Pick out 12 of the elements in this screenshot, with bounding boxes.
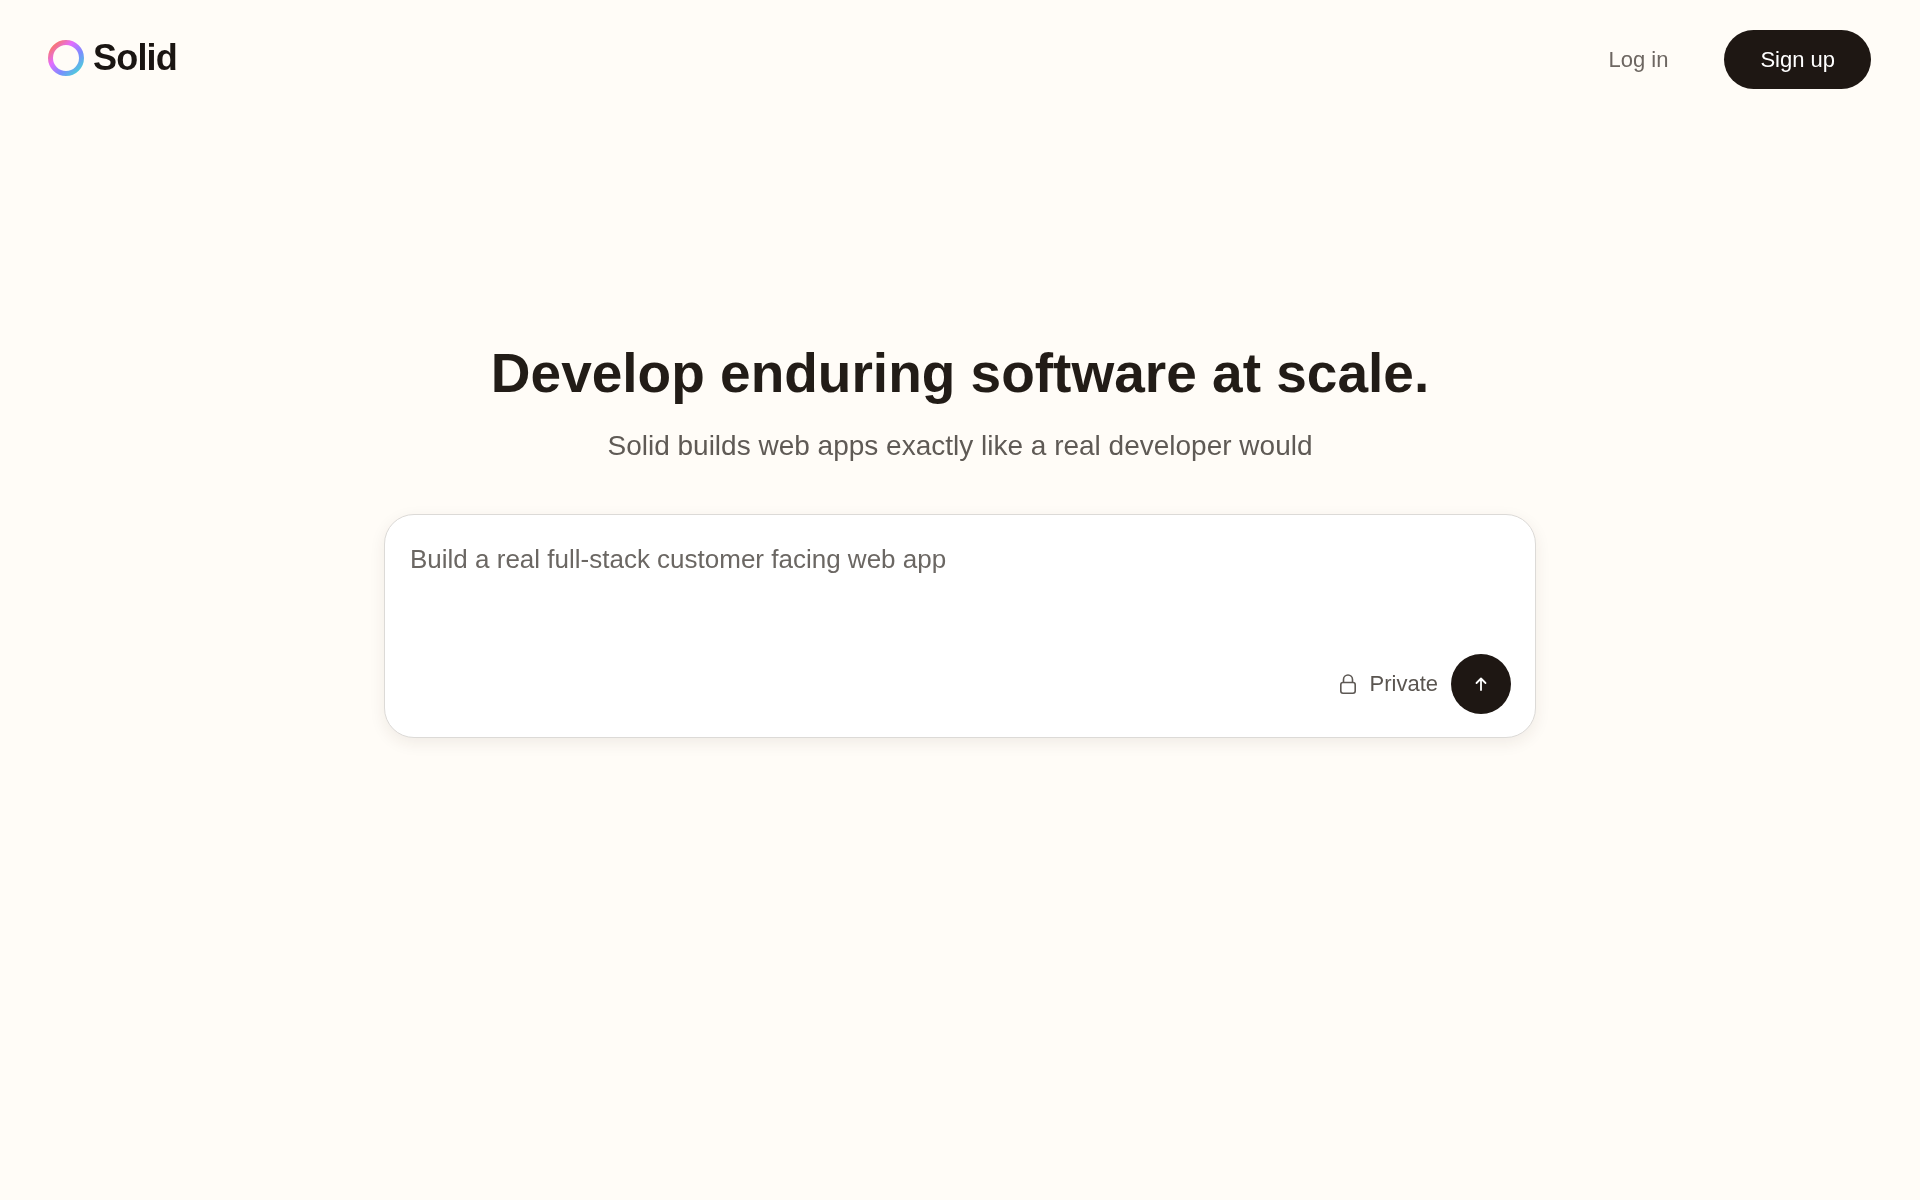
prompt-input-box[interactable]: Build a real full-stack customer facing web app Private — [384, 514, 1536, 738]
visibility-button[interactable]: Private — [1338, 671, 1438, 697]
lock-icon — [1338, 674, 1357, 694]
arrow-up-icon — [1475, 677, 1487, 691]
prompt-field[interactable]: Build a real full-stack customer facing web app — [410, 541, 1511, 654]
hero-subheading: Solid builds web apps exactly like a real developer would — [607, 429, 1313, 463]
login-link[interactable]: Log in — [1608, 46, 1669, 73]
ring-logo-icon — [48, 39, 84, 76]
home-logo-link[interactable]: Solid — [48, 39, 177, 76]
signup-button[interactable]: Sign up — [1724, 30, 1871, 89]
hero-heading: Develop enduring software at scale. — [490, 341, 1430, 406]
send-button[interactable] — [1451, 654, 1511, 714]
